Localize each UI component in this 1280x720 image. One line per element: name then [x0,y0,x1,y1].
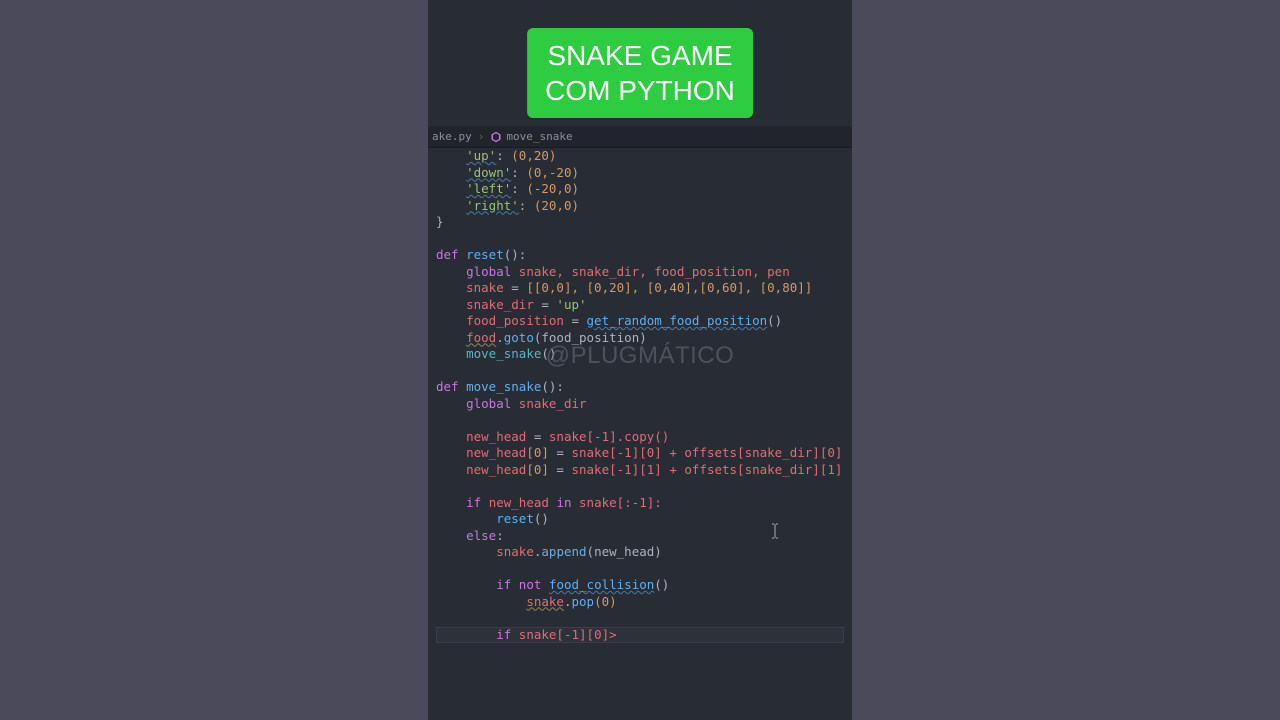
breadcrumb-separator-icon: › [478,130,485,143]
title-line-1: SNAKE GAME [547,40,732,71]
code-line[interactable] [436,478,844,495]
code-line[interactable]: snake.pop(0) [436,594,844,611]
code-line[interactable]: snake = [[0,0], [0,20], [0,40],[0,60], [… [436,280,844,297]
breadcrumb-file[interactable]: ake.py [432,130,472,143]
code-area[interactable]: 'up': (0,20) 'down': (0,-20) 'left': (-2… [428,148,852,720]
code-line[interactable] [436,363,844,380]
code-line[interactable]: 'down': (0,-20) [436,165,844,182]
breadcrumb-file-label: ake.py [432,130,472,143]
code-line[interactable]: if new_head in snake[:-1]: [436,495,844,512]
code-line[interactable]: food_position = get_random_food_position… [436,313,844,330]
code-line[interactable]: if not food_collision() [436,577,844,594]
code-line[interactable]: 'up': (0,20) [436,148,844,165]
code-line[interactable] [436,610,844,627]
code-line[interactable]: def reset(): [436,247,844,264]
code-line[interactable] [436,561,844,578]
code-line[interactable]: } [436,214,844,231]
code-line[interactable]: def move_snake(): [436,379,844,396]
code-line[interactable]: 'right': (20,0) [436,198,844,215]
code-line[interactable]: new_head = snake[-1].copy() [436,429,844,446]
code-line[interactable]: snake.append(new_head) [436,544,844,561]
code-line[interactable]: reset() [436,511,844,528]
code-line-current[interactable]: if snake[-1][0]> [436,627,844,644]
code-line[interactable]: new_head[0] = snake[-1][0] + offsets[sna… [436,445,844,462]
title-line-2: COM PYTHON [545,75,735,106]
code-line[interactable] [436,412,844,429]
breadcrumb-symbol[interactable]: move_snake [490,130,572,143]
code-line[interactable]: food.goto(food_position) [436,330,844,347]
breadcrumb[interactable]: ake.py › move_snake [428,126,852,148]
code-line[interactable] [436,231,844,248]
function-icon [490,131,502,143]
code-editor-pane: SNAKE GAME COM PYTHON ake.py › move_snak… [428,0,852,720]
code-line[interactable]: new_head[0] = snake[-1][1] + offsets[sna… [436,462,844,479]
code-line[interactable]: else: [436,528,844,545]
code-line[interactable]: global snake, snake_dir, food_position, … [436,264,844,281]
code-line[interactable]: snake_dir = 'up' [436,297,844,314]
title-badge: SNAKE GAME COM PYTHON [527,28,753,118]
code-line[interactable]: move_snake() [436,346,844,363]
breadcrumb-symbol-label: move_snake [506,130,572,143]
code-line[interactable]: 'left': (-20,0) [436,181,844,198]
code-line[interactable]: global snake_dir [436,396,844,413]
